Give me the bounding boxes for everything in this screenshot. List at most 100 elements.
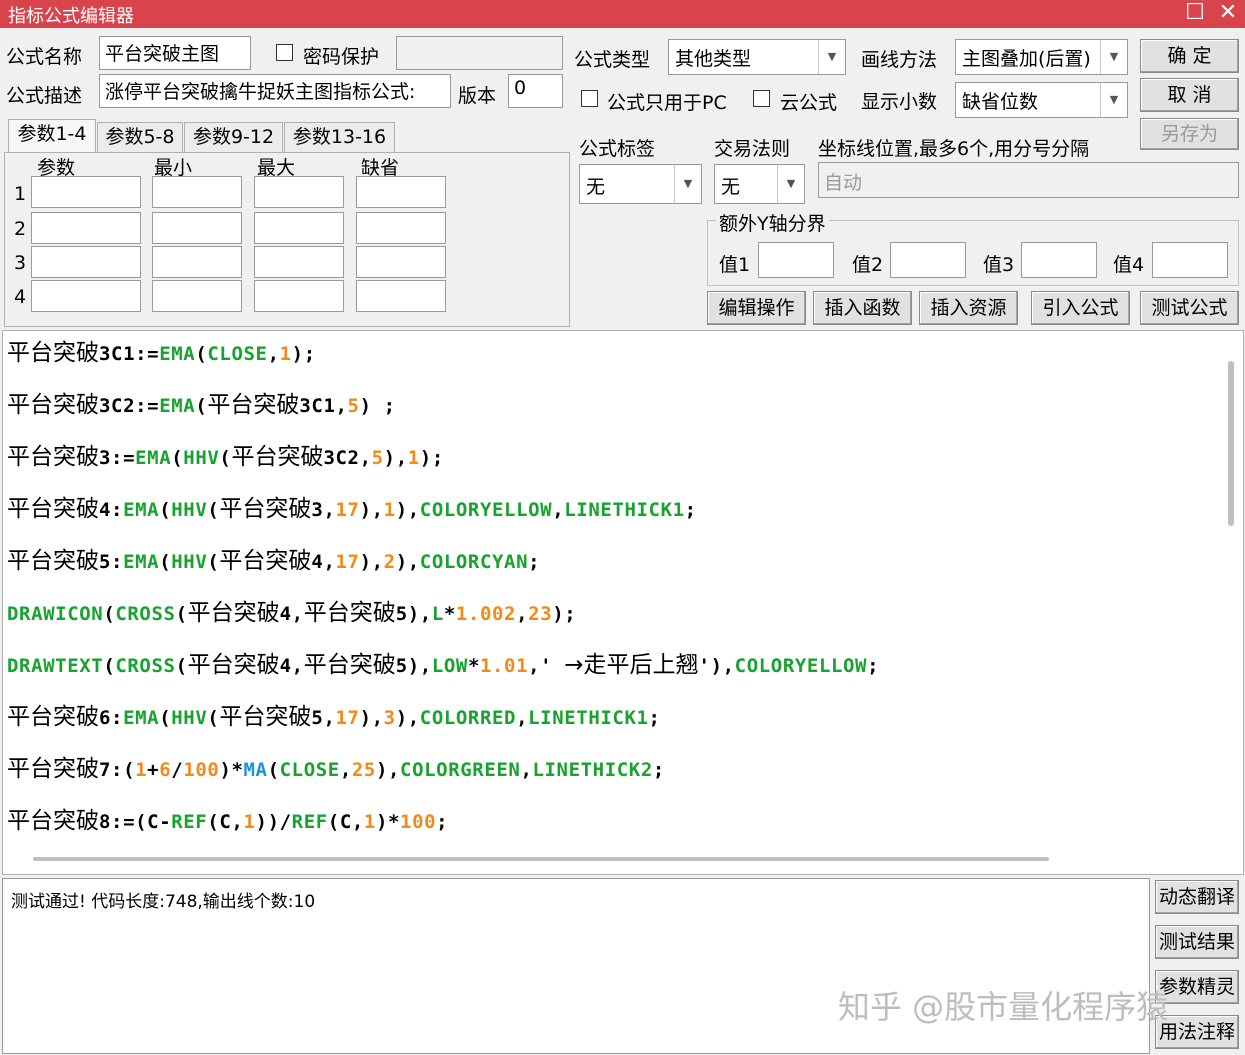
param-name-input[interactable] [31,176,141,208]
tab-params-1-4[interactable]: 参数1-4 [8,119,96,153]
code-token: ( [195,395,208,417]
param-table: 参数 最小 最大 缺省 1 2 3 4 [4,152,570,327]
chevron-down-icon[interactable]: ▼ [1100,40,1127,74]
param-max-input[interactable] [254,212,344,244]
code-token: 5 [347,395,360,417]
formula-type-select[interactable]: 其他类型 ▼ [668,39,846,75]
code-token: 1 [407,447,420,469]
code-line[interactable]: 平台突破3C1:=EMA(CLOSE,1); [7,333,316,367]
code-token: , [552,499,565,521]
code-token: + [147,759,160,781]
param-default-input[interactable] [356,212,446,244]
code-token: ( [207,499,220,521]
tab-params-13-16[interactable]: 参数13-16 [284,122,395,152]
code-line[interactable]: 平台突破8:=(C-REF(C,1))/REF(C,1)*100; [7,801,448,835]
code-token: 23 [528,603,553,625]
vertical-scrollbar[interactable] [1228,361,1234,526]
save-as-button[interactable]: 另存为 [1140,118,1239,150]
code-token: ( [175,603,188,625]
param-name-input[interactable] [31,246,141,278]
code-token: ; [684,499,697,521]
code-token: 平台突破 [187,652,280,678]
tab-params-9-12[interactable]: 参数9-12 [184,122,283,152]
code-token: 3C1:= [99,343,160,365]
maximize-icon[interactable]: ☐ [1180,0,1210,28]
code-line[interactable]: DRAWTEXT(CROSS(平台突破4,平台突破5),LOW*1.01,' →… [7,645,879,679]
code-token: ( [103,655,116,677]
formula-name-input[interactable]: 平台突破主图 [99,36,251,70]
cloud-label: 云公式 [780,92,838,114]
value1-label: 值1 [719,254,751,276]
formula-tag-label: 公式标签 [579,138,656,160]
param-max-input[interactable] [254,246,344,278]
password-input[interactable] [396,36,563,70]
code-token: EMA [159,343,196,365]
ok-button[interactable]: 确 定 [1140,39,1239,73]
value3-input[interactable] [1021,242,1097,278]
version-input[interactable]: 0 [508,74,563,108]
code-token: LINETHICK2 [532,759,653,781]
cancel-button[interactable]: 取 消 [1140,78,1239,112]
code-line[interactable]: DRAWICON(CROSS(平台突破4,平台突破5),L*1.002,23); [7,593,576,627]
value2-input[interactable] [890,242,966,278]
value4-input[interactable] [1152,242,1228,278]
code-line[interactable]: 平台突破7:(1+6/100)*MA(CLOSE,25),COLORGREEN,… [7,749,665,783]
test-result-button[interactable]: 测试结果 [1155,925,1239,959]
code-token: EMA [135,447,172,469]
param-max-input[interactable] [254,280,344,312]
code-token: EMA [159,395,196,417]
trade-rule-select[interactable]: 无 ▼ [714,164,805,204]
param-max-input[interactable] [254,176,344,208]
edit-operations-button[interactable]: 编辑操作 [707,291,806,325]
password-checkbox[interactable] [276,44,293,61]
code-token: CROSS [115,603,176,625]
trade-rule-value: 无 [721,176,741,198]
value1-input[interactable] [758,242,834,278]
value2-label: 值2 [852,254,884,276]
param-min-input[interactable] [152,280,242,312]
code-line[interactable]: 平台突破3:=EMA(HHV(平台突破3C2,5),1); [7,437,444,471]
window-title: 指标公式编辑器 [8,6,134,27]
close-icon[interactable]: ✕ [1213,0,1243,28]
dynamic-translate-button[interactable]: 动态翻译 [1155,880,1239,914]
version-label: 版本 [458,85,497,107]
pc-only-checkbox[interactable] [581,90,598,107]
param-default-input[interactable] [356,280,446,312]
code-token: 4, [311,551,336,573]
axis-position-input[interactable]: 自动 [818,162,1239,198]
chevron-down-icon[interactable]: ▼ [777,165,804,203]
code-token: 3C2:= [99,395,160,417]
chevron-down-icon[interactable]: ▼ [674,165,701,203]
code-line[interactable]: 平台突破3C2:=EMA(平台突破3C1,5) ; [7,385,396,419]
param-name-input[interactable] [31,212,141,244]
insert-function-button[interactable]: 插入函数 [813,291,912,325]
param-min-input[interactable] [152,176,242,208]
draw-method-select[interactable]: 主图叠加(后置) ▼ [955,39,1128,75]
formula-tag-select[interactable]: 无 ▼ [579,164,702,204]
code-token: ), [395,551,420,573]
code-line[interactable]: 平台突破5:EMA(HHV(平台突破4,17),2),COLORCYAN; [7,541,540,575]
import-formula-button[interactable]: 引入公式 [1031,291,1130,325]
chevron-down-icon[interactable]: ▼ [818,40,845,74]
chevron-down-icon[interactable]: ▼ [1100,83,1127,117]
param-default-input[interactable] [356,176,446,208]
tab-params-5-8[interactable]: 参数5-8 [97,122,183,152]
code-token: HHV [171,551,208,573]
code-token: LINETHICK1 [528,707,649,729]
horizontal-scrollbar[interactable] [33,857,1049,861]
code-editor[interactable]: 平台突破3C1:=EMA(CLOSE,1); 平台突破3C2:=EMA(平台突破3… [2,330,1244,875]
code-token: 17 [335,551,360,573]
code-token: EMA [123,551,160,573]
test-formula-button[interactable]: 测试公式 [1140,291,1239,325]
decimals-select[interactable]: 缺省位数 ▼ [955,82,1128,118]
code-line[interactable]: 平台突破4:EMA(HHV(平台突破3,17),1),COLORYELLOW,L… [7,489,697,523]
param-min-input[interactable] [152,246,242,278]
code-token: (C, [327,811,364,833]
param-default-input[interactable] [356,246,446,278]
param-name-input[interactable] [31,280,141,312]
insert-resource-button[interactable]: 插入资源 [919,291,1018,325]
code-line[interactable]: 平台突破6:EMA(HHV(平台突破5,17),3),COLORRED,LINE… [7,697,661,731]
formula-desc-input[interactable]: 涨停平台突破擒牛捉妖主图指标公式: [99,74,451,108]
cloud-checkbox[interactable] [753,90,770,107]
param-min-input[interactable] [152,212,242,244]
